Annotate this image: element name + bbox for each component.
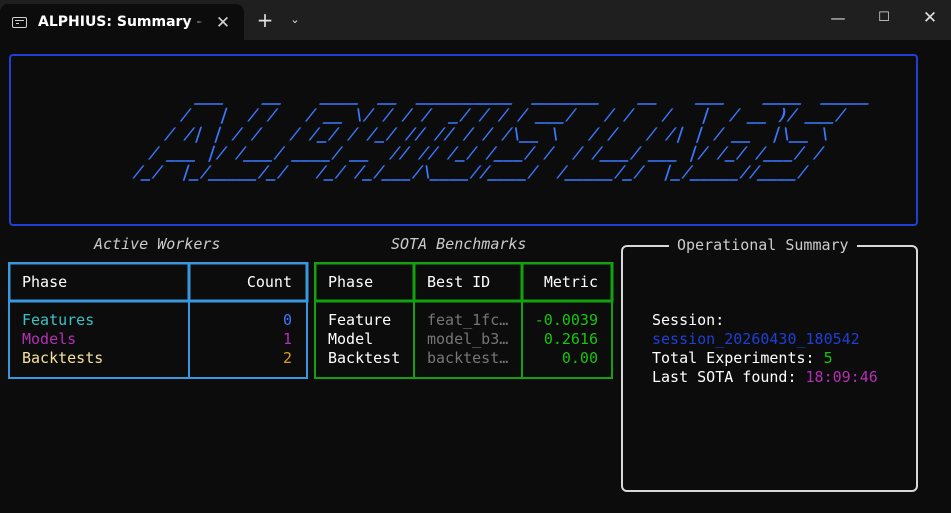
tab-title: ALPHIUS: Summary - d bbox=[38, 14, 202, 30]
summary-title: Operational Summary bbox=[669, 236, 857, 254]
tab-close-icon[interactable]: ✕ bbox=[213, 13, 233, 33]
sota-header-best-id: Best ID bbox=[427, 273, 491, 291]
minimize-button[interactable]: — bbox=[815, 5, 861, 31]
chevron-down-icon[interactable]: ⌄ bbox=[286, 8, 304, 32]
new-tab-button[interactable]: + bbox=[254, 8, 276, 32]
total-experiments-value: 5 bbox=[823, 349, 833, 367]
last-sota-line: Last SOTA found: 18:09:46 bbox=[652, 368, 878, 386]
sota-row-feature-metric: -0.0039 bbox=[534, 311, 598, 329]
title-bar: ALPHIUS: Summary - d ✕ + ⌄ — ☐ ✕ bbox=[0, 0, 951, 40]
last-sota-value: 18:09:46 bbox=[805, 368, 878, 386]
total-experiments-label: Total Experiments: bbox=[652, 349, 815, 367]
sota-row-feature-phase: Feature bbox=[328, 311, 392, 329]
sota-header-metric: Metric bbox=[543, 273, 598, 291]
workers-title: Active Workers bbox=[94, 235, 221, 253]
last-sota-label: Last SOTA found: bbox=[652, 368, 797, 386]
session-label: Session: bbox=[652, 311, 725, 329]
workers-row-features-count: 0 bbox=[282, 311, 292, 329]
sota-row-backtest-phase: Backtest bbox=[328, 349, 401, 367]
workers-header-phase: Phase bbox=[22, 273, 68, 291]
workers-row-models-count: 1 bbox=[282, 330, 292, 348]
sota-row-feature-id: feat_1fc… bbox=[427, 311, 509, 329]
window-close-button[interactable]: ✕ bbox=[907, 5, 951, 31]
workers-row-models-phase: Models bbox=[22, 330, 77, 348]
banner-panel: ___ __ ____ __ __________ _______ __ ___… bbox=[9, 54, 918, 226]
maximize-button[interactable]: ☐ bbox=[861, 5, 907, 31]
sota-row-model-metric: 0.2616 bbox=[543, 330, 598, 348]
sota-row-model-id: model_b3… bbox=[427, 330, 509, 348]
alphius-labs-logo: ___ __ ____ __ __________ _______ __ ___… bbox=[130, 86, 875, 181]
sota-row-backtest-id: backtest… bbox=[427, 349, 509, 367]
workers-row-backtests-count: 2 bbox=[282, 349, 292, 367]
workers-header-count: Count bbox=[246, 273, 292, 291]
tab-title-fade bbox=[188, 12, 204, 36]
terminal-icon bbox=[12, 17, 27, 28]
sota-row-model-phase: Model bbox=[328, 330, 374, 348]
sota-row-backtest-metric: 0.00 bbox=[561, 349, 598, 367]
workers-row-backtests-phase: Backtests bbox=[22, 349, 104, 367]
total-experiments-line: Total Experiments: 5 bbox=[652, 349, 833, 367]
sota-title: SOTA Benchmarks bbox=[391, 235, 527, 253]
terminal-tab[interactable]: ALPHIUS: Summary - d ✕ bbox=[0, 4, 244, 40]
workers-row-features-phase: Features bbox=[22, 311, 95, 329]
session-value: session_20260430_180542 bbox=[652, 330, 860, 348]
sota-header-phase: Phase bbox=[328, 273, 374, 291]
